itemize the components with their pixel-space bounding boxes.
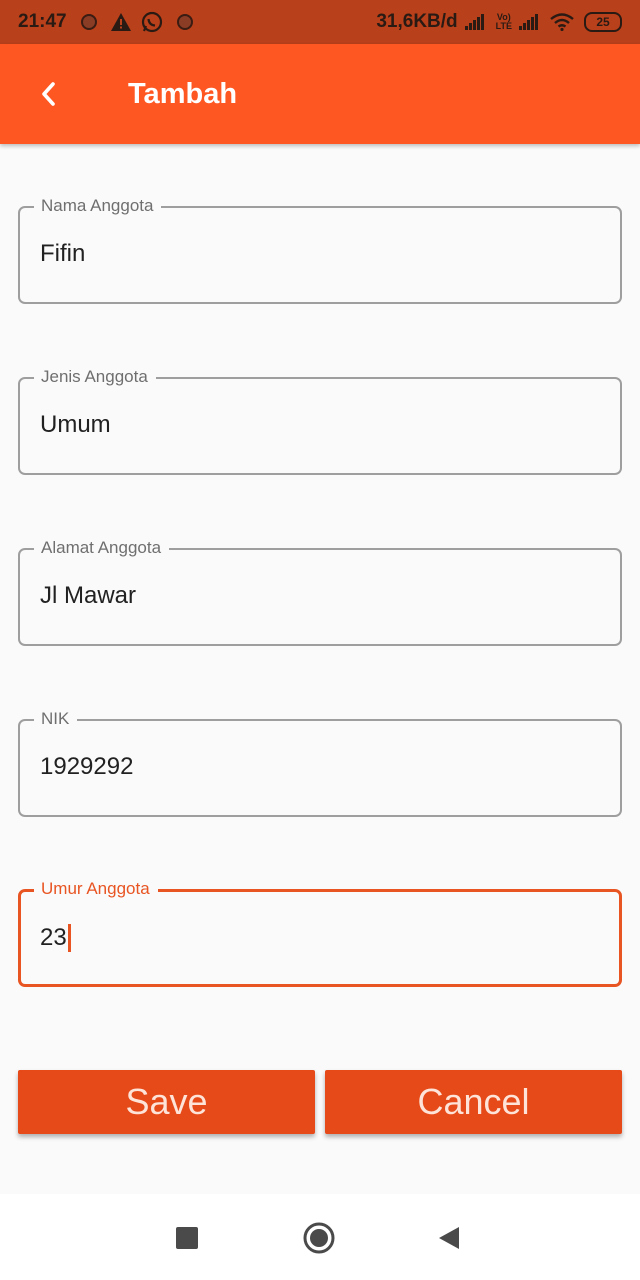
umur-anggota-value: 23 xyxy=(40,924,67,951)
jenis-anggota-value: Umum xyxy=(40,411,111,438)
page-title: Tambah xyxy=(128,78,238,110)
status-bar: 21:47 31,6KB/d Vo) LTE 25 xyxy=(0,0,640,44)
nama-anggota-input[interactable]: Fifin xyxy=(40,238,85,270)
battery-icon: 25 xyxy=(584,12,622,32)
jenis-anggota-label: Jenis Anggota xyxy=(34,367,156,387)
umur-anggota-label: Umur Anggota xyxy=(34,879,158,899)
nik-value: 1929292 xyxy=(40,753,134,780)
alamat-anggota-input[interactable]: Jl Mawar xyxy=(40,580,136,612)
jenis-anggota-input[interactable]: Umum xyxy=(40,409,111,441)
whatsapp-icon xyxy=(141,11,163,33)
notification-dot-icon xyxy=(80,14,97,30)
back-button[interactable] xyxy=(22,68,74,120)
nik-label: NIK xyxy=(34,709,78,729)
umur-anggota-input[interactable]: 23 xyxy=(40,922,71,954)
network-speed: 31,6KB/d xyxy=(376,11,458,32)
status-left: 21:47 xyxy=(18,0,193,44)
save-button[interactable]: Save xyxy=(18,1070,315,1134)
signal-icon xyxy=(464,14,484,30)
notification-dot-icon xyxy=(176,14,193,30)
nik-input[interactable]: 1929292 xyxy=(40,751,133,783)
recent-apps-icon[interactable] xyxy=(176,1227,198,1249)
alamat-anggota-value: Jl Mawar xyxy=(40,582,137,609)
status-time: 21:47 xyxy=(18,11,67,32)
nama-anggota-label: Nama Anggota xyxy=(34,196,162,216)
jenis-anggota-field[interactable]: Jenis Anggota Umum xyxy=(18,367,622,475)
nik-field[interactable]: NIK 1929292 xyxy=(18,709,622,817)
volte-icon: Vo) LTE xyxy=(496,13,512,31)
volte-bottom-label: LTE xyxy=(495,21,512,31)
status-right: 31,6KB/d Vo) LTE 25 xyxy=(376,0,622,44)
alamat-anggota-label: Alamat Anggota xyxy=(34,538,170,558)
signal-icon xyxy=(518,14,538,30)
wifi-icon xyxy=(550,13,574,31)
home-icon[interactable] xyxy=(303,1222,335,1254)
app-bar: Tambah xyxy=(0,44,640,144)
alamat-anggota-field[interactable]: Alamat Anggota Jl Mawar xyxy=(18,538,622,646)
system-nav-bar xyxy=(0,1194,640,1280)
chevron-left-icon xyxy=(39,81,57,107)
back-nav-icon[interactable] xyxy=(438,1226,460,1250)
cancel-button[interactable]: Cancel xyxy=(325,1070,622,1134)
warning-icon xyxy=(110,13,131,31)
umur-anggota-field[interactable]: Umur Anggota 23 xyxy=(18,879,622,987)
nama-anggota-field[interactable]: Nama Anggota Fifin xyxy=(18,196,622,304)
text-cursor xyxy=(67,924,71,952)
nama-anggota-value: Fifin xyxy=(40,240,86,267)
